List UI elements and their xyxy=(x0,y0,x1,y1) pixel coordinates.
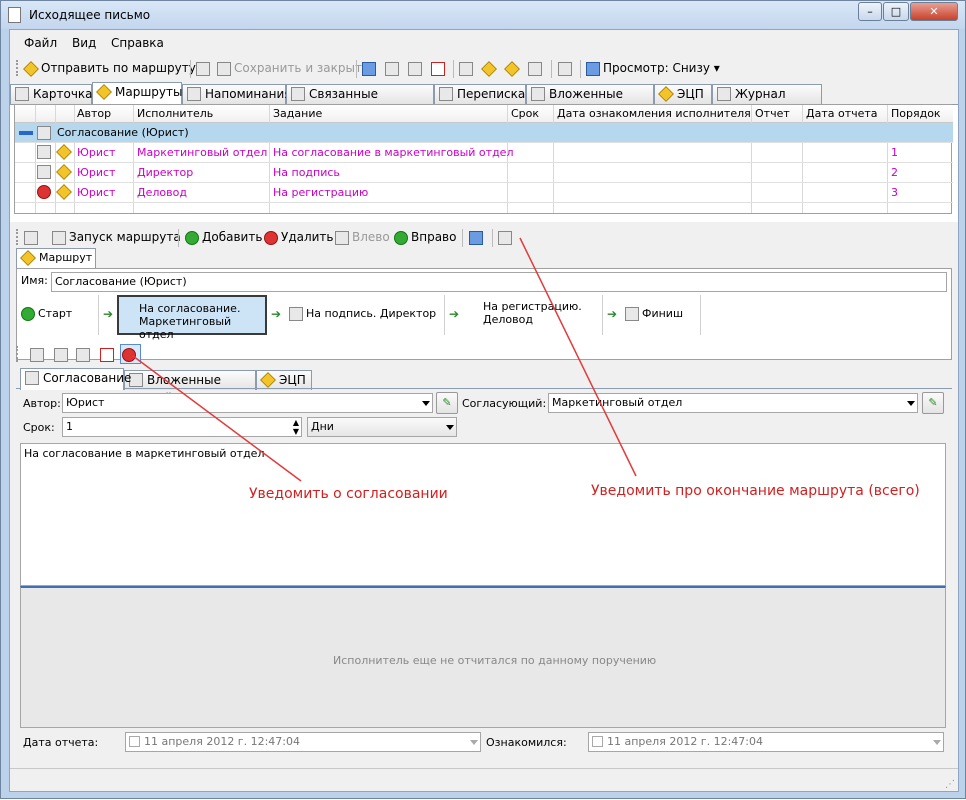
route-icon xyxy=(96,84,112,100)
tab-label: Согласование xyxy=(43,371,132,385)
tab-label: Маршруты xyxy=(115,85,183,99)
annotation-line-approval xyxy=(132,355,302,482)
annotation-line-route-end xyxy=(519,237,637,477)
annotation-overlay xyxy=(132,237,637,482)
window: Исходящее письмо – □ ✕ Файл Вид Справка … xyxy=(0,0,966,799)
person-icon xyxy=(25,371,39,385)
annotation-notify-route-end: Уведомить про окончание маршрута (всего) xyxy=(591,483,920,499)
annotation-notify-approval: Уведомить о согласовании xyxy=(249,486,448,502)
tab-approval[interactable]: Согласование xyxy=(20,368,131,390)
tab-routes[interactable]: Маршруты xyxy=(92,82,183,104)
